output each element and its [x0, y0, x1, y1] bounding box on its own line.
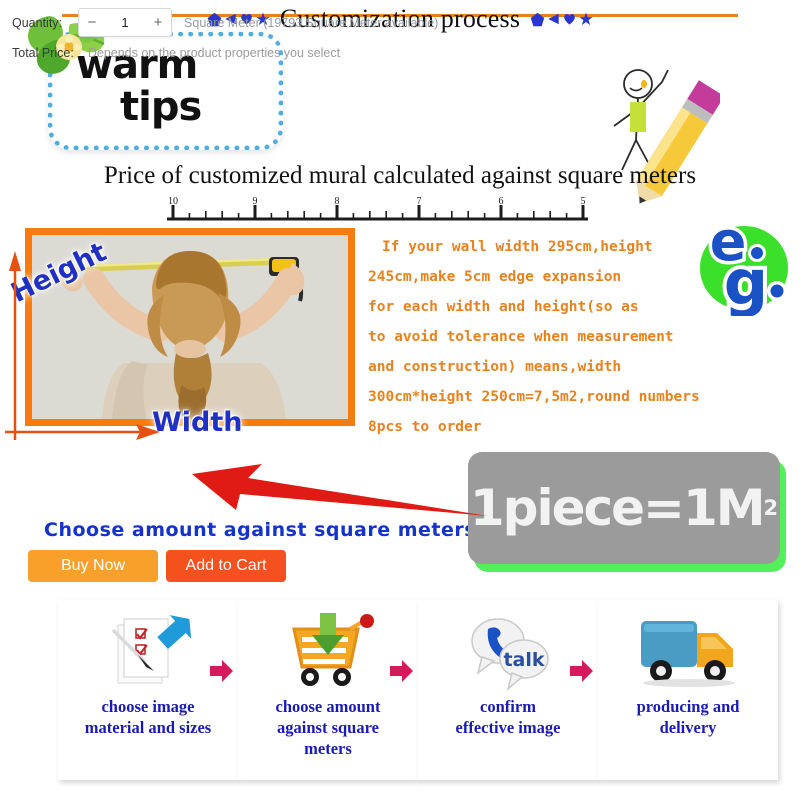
quantity-increment-button[interactable]: + — [145, 10, 171, 35]
notice-line: 8pcs to order — [368, 419, 482, 435]
svg-text:7: 7 — [417, 196, 422, 207]
process-step-3: talk confirm effective image — [418, 600, 598, 780]
svg-text:8: 8 — [335, 196, 340, 207]
quantity-decrement-button[interactable]: − — [79, 10, 105, 35]
process-step-4: producing and delivery — [598, 600, 778, 780]
quantity-row: Quantity: − 1 + Square Meter (19793 Squa… — [12, 8, 438, 37]
svg-text:6: 6 — [499, 196, 504, 207]
total-price-value: Depends on the product properties you se… — [87, 46, 341, 60]
svg-text:5: 5 — [581, 196, 586, 207]
star-icon — [579, 12, 593, 27]
total-price-row: Total Price: Depends on the product prop… — [12, 46, 340, 60]
quantity-stepper[interactable]: − 1 + — [78, 8, 173, 37]
triangle-icon — [547, 12, 560, 26]
process-step-2: choose amount against square meters — [238, 600, 418, 780]
total-price-label: Total Price: — [12, 46, 74, 60]
notice-line: to avoid tolerance when measurement — [368, 329, 674, 345]
svg-text:g: g — [724, 246, 768, 316]
pentagon-icon — [530, 12, 545, 27]
step-arrow-icon — [210, 660, 233, 682]
quantity-label: Quantity: — [12, 15, 63, 30]
buy-now-button[interactable]: Buy Now — [28, 550, 158, 582]
process-steps: choose image material and sizes choose am… — [0, 600, 800, 795]
step-arrow-icon — [390, 660, 413, 682]
process-step-2-label: choose amount against square meters — [275, 697, 381, 758]
dimension-axes-arrows — [5, 251, 160, 440]
step-arrow-icon — [570, 660, 593, 682]
svg-text:talk: talk — [503, 649, 544, 671]
process-step-3-label: confirm effective image — [455, 697, 561, 737]
notice-line: and construction) means,width — [368, 359, 622, 375]
callout-gray-box: 1piece=1M 2 — [468, 452, 780, 564]
page-subtitle: Price of customized mural calculated aga… — [103, 162, 697, 189]
warm-tips-line-2: tips — [120, 84, 202, 130]
process-step-4-label: producing and delivery — [636, 697, 740, 737]
svg-text:9: 9 — [253, 196, 258, 207]
callout-superscript: 2 — [763, 495, 779, 520]
add-to-cart-button[interactable]: Add to Cart — [166, 550, 286, 582]
ruler-graphic: 10 9 8 7 6 5 — [167, 196, 588, 221]
header-decoration-right — [530, 12, 593, 27]
heart-icon — [562, 12, 577, 26]
delivery-truck-icon — [598, 608, 778, 696]
process-step-1: choose image material and sizes — [58, 600, 238, 780]
svg-text:10: 10 — [168, 196, 178, 207]
one-piece-equals-one-square-meter-callout: 1piece=1M 2 — [468, 452, 786, 572]
quantity-unit-availability: Square Meter (19793 Square Meter availab… — [184, 15, 439, 30]
example-eg-logo: e e g g — [700, 212, 788, 316]
customization-process-page: Customization process warm tips Price of… — [0, 0, 800, 800]
callout-text: 1piece=1M — [469, 479, 766, 537]
process-step-1-label: choose image material and sizes — [84, 697, 212, 737]
red-pointer-arrow-icon — [192, 464, 488, 516]
quantity-input[interactable]: 1 — [105, 15, 145, 30]
notice-line: 300cm*height 250cm=7,5m2,round numbers — [368, 389, 700, 405]
choose-amount-caption: Choose amount against square meters — [44, 519, 477, 541]
